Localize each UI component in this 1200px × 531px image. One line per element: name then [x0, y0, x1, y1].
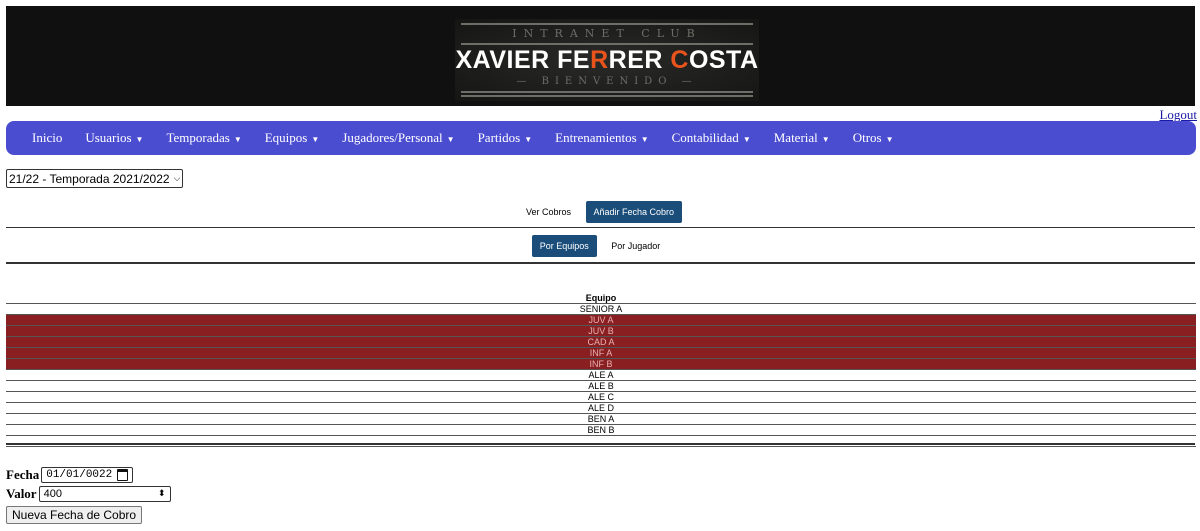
nav-item-label: Contabilidad	[671, 130, 739, 145]
caret-down-icon: ▼	[524, 135, 533, 144]
header-banner: INTRANET CLUB XAVIER FERRER COSTA — BIEN…	[6, 6, 1195, 106]
divider	[6, 262, 1195, 264]
nav-item-equipos[interactable]: Equipos ▼	[257, 130, 328, 146]
nav-item-label: Entrenamientos	[555, 130, 637, 145]
logo-top-text: INTRANET CLUB	[512, 27, 702, 40]
table-header-equipo: Equipo	[585, 293, 617, 303]
nueva-fecha-cobro-button[interactable]: Nueva Fecha de Cobro	[6, 506, 143, 524]
table-row: ALE B	[6, 380, 1196, 391]
nav-item-label: Inicio	[32, 130, 63, 145]
table-row	[6, 435, 1196, 447]
nav-item-partidos[interactable]: Partidos ▼	[470, 130, 541, 146]
season-select[interactable]: 21/22 - Temporada 2021/2022 ⌵	[6, 169, 184, 188]
valor-label: Valor	[6, 485, 37, 501]
season-select-value: 21/22 - Temporada 2021/2022	[9, 171, 170, 186]
table-row: JUV B	[6, 325, 1196, 336]
calendar-icon[interactable]	[117, 468, 129, 481]
teams-table: Equipo SENIOR A JUV A JUV B CAD A INF A INF B…	[6, 293, 1196, 447]
tab-por-jugador[interactable]: Por Jugador	[603, 235, 668, 257]
caret-down-icon: ▼	[821, 135, 830, 144]
table-row: SENIOR A	[6, 303, 1196, 314]
main-nav: Inicio Usuarios ▼ Temporadas ▼ Equipos ▼ Jugado…	[6, 121, 1196, 155]
caret-down-icon: ▼	[742, 135, 751, 144]
divider	[6, 443, 1195, 445]
view-tabs: Ver Cobros Añadir Fecha Cobro	[0, 201, 1200, 223]
caret-down-icon: ▼	[233, 135, 242, 144]
caret-down-icon: ▼	[311, 135, 320, 144]
nav-item-label: Jugadores/Personal	[342, 130, 443, 145]
nav-item-label: Temporadas	[166, 130, 230, 145]
group-tabs: Por Equipos Por Jugador	[0, 235, 1200, 257]
table-row: INF B	[6, 358, 1196, 369]
divider	[6, 227, 1195, 228]
valor-number-input[interactable]: 400 ⬍	[38, 485, 171, 502]
nav-item-label: Partidos	[477, 130, 521, 145]
tab-anadir-fecha-cobro[interactable]: Añadir Fecha Cobro	[585, 201, 683, 223]
nav-item-label: Material	[773, 130, 818, 145]
table-row: ALE A	[6, 369, 1196, 380]
fecha-date-input[interactable]: 01/01/0022	[41, 466, 134, 483]
nav-item-label: Equipos	[264, 130, 308, 145]
table-row: INF A	[6, 347, 1196, 358]
table-row: BEN B	[6, 424, 1196, 435]
table-row: BEN A	[6, 413, 1196, 424]
table-row: ALE C	[6, 391, 1196, 402]
nav-item-jugadores-personal[interactable]: Jugadores/Personal ▼	[334, 130, 462, 146]
nav-item-otros[interactable]: Otros ▼	[845, 130, 902, 146]
new-charge-date-form: Fecha 01/01/0022 Valor 400 ⬍ Nueva Fecha…	[6, 465, 171, 524]
logo-club-name: XAVIER FERRER COSTA	[455, 46, 759, 74]
nav-item-label: Usuarios	[85, 130, 132, 145]
fecha-label: Fecha	[6, 466, 40, 482]
caret-down-icon: ▼	[885, 135, 894, 144]
nav-item-material[interactable]: Material ▼	[766, 130, 838, 146]
tab-por-equipos[interactable]: Por Equipos	[531, 235, 597, 257]
caret-down-icon: ▼	[640, 135, 649, 144]
table-row: JUV A	[6, 314, 1196, 325]
nav-item-label: Otros	[852, 130, 882, 145]
nav-item-temporadas[interactable]: Temporadas ▼	[158, 130, 249, 146]
nav-item-entrenamientos[interactable]: Entrenamientos ▼	[547, 130, 657, 146]
table-row: CAD A	[6, 336, 1196, 347]
club-logo: INTRANET CLUB XAVIER FERRER COSTA — BIEN…	[455, 19, 759, 101]
tab-ver-cobros[interactable]: Ver Cobros	[518, 201, 579, 223]
chevron-down-icon: ⌵	[173, 173, 181, 183]
caret-down-icon: ▼	[446, 135, 455, 144]
logo-welcome-text: — BIENVENIDO —	[516, 76, 698, 87]
nav-item-contabilidad[interactable]: Contabilidad ▼	[664, 130, 759, 146]
nav-item-inicio[interactable]: Inicio	[24, 130, 70, 146]
nav-item-usuarios[interactable]: Usuarios ▼	[77, 130, 151, 146]
spinner-icon[interactable]: ⬍	[158, 488, 166, 499]
table-row: ALE D	[6, 402, 1196, 413]
caret-down-icon: ▼	[135, 135, 144, 144]
